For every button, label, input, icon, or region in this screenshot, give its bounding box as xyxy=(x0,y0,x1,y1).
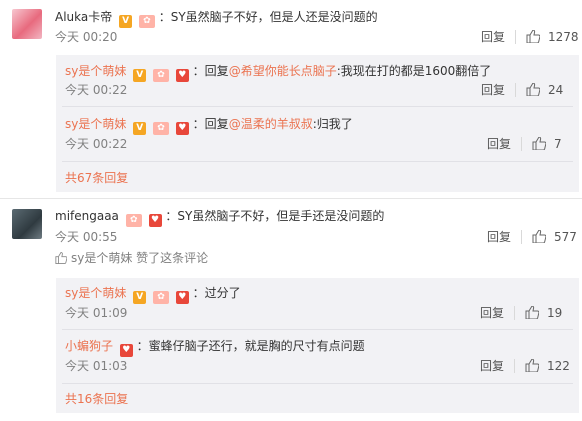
member-badge-icon: ♥ xyxy=(148,214,162,227)
verified-icon: V xyxy=(133,291,147,304)
comment-time: 今天 00:20 xyxy=(55,30,118,44)
verified-icon: V xyxy=(133,69,147,82)
divider xyxy=(62,383,573,384)
comment-text: ：SY虽然脑子不好，但是人还是没问题的 xyxy=(158,10,378,24)
reply-3-header: sy是个萌妹 V ✿ ♥ ：过分了 xyxy=(65,285,241,304)
action-separator xyxy=(514,359,515,373)
level-badge-icon: ✿ xyxy=(153,122,170,135)
username-link[interactable]: sy是个萌妹 xyxy=(65,286,126,300)
reply-4-header: 小蝙狗子 ♥ ：蜜蜂仔脑子还行，就是胸的尺寸有点问题 xyxy=(65,338,365,357)
action-separator xyxy=(521,137,522,151)
like-button[interactable]: 7 xyxy=(532,136,562,152)
member-badge-icon: ♥ xyxy=(175,122,189,135)
verified-icon: V xyxy=(133,122,147,135)
like-count: 7 xyxy=(554,137,562,151)
username-link[interactable]: mifengaaa xyxy=(55,209,119,223)
username-link[interactable]: sy是个萌妹 xyxy=(65,117,126,131)
level-badge-icon: ✿ xyxy=(153,291,170,304)
like-button[interactable]: 1278 xyxy=(526,29,579,45)
reply-1-header: sy是个萌妹 V ✿ ♥ ：回复@希望你能长点脑子:我现在打的都是1600翻倍了 xyxy=(65,63,491,82)
reply-text: ：蜜蜂仔脑子还行，就是胸的尺寸有点问题 xyxy=(136,339,365,353)
avatar[interactable] xyxy=(12,9,42,39)
thumbs-up-icon xyxy=(526,30,540,43)
username-link[interactable]: 小蝙狗子 xyxy=(65,339,113,353)
mention-link[interactable]: @温柔的羊叔叔 xyxy=(229,117,313,131)
member-badge-icon: ♥ xyxy=(175,69,189,82)
level-badge-icon: ✿ xyxy=(138,15,155,28)
action-separator xyxy=(515,83,516,97)
divider xyxy=(62,161,573,162)
avatar[interactable] xyxy=(12,209,42,239)
reply-prefix: ：回复 xyxy=(192,117,229,131)
comment-divider xyxy=(0,198,582,199)
reply-text: ：过分了 xyxy=(192,286,241,300)
reply-2-header: sy是个萌妹 V ✿ ♥ ：回复@温柔的羊叔叔:归我了 xyxy=(65,116,353,135)
member-badge-icon: ♥ xyxy=(175,291,189,304)
like-count: 19 xyxy=(547,306,563,320)
action-separator xyxy=(514,306,515,320)
reply-text: :归我了 xyxy=(312,117,353,131)
mention-link[interactable]: @希望你能长点脑子 xyxy=(229,64,337,78)
like-button[interactable]: 19 xyxy=(525,305,562,321)
liked-by-text: sy是个萌妹 赞了这条评论 xyxy=(71,251,209,265)
thumbs-up-icon xyxy=(532,230,546,243)
like-button[interactable]: 122 xyxy=(525,358,570,374)
username-link[interactable]: Aluka卡帝 xyxy=(55,10,112,24)
like-count: 122 xyxy=(547,359,570,373)
reply-time: 今天 00:22 xyxy=(65,137,128,151)
like-count: 24 xyxy=(548,83,564,97)
thumbs-up-icon xyxy=(525,306,539,319)
reply-button[interactable]: 回复 xyxy=(480,305,504,321)
comment-time: 今天 00:55 xyxy=(55,230,118,244)
more-replies-link[interactable]: 共67条回复 xyxy=(65,170,128,186)
username-link[interactable]: sy是个萌妹 xyxy=(65,64,126,78)
reply-button[interactable]: 回复 xyxy=(487,229,511,245)
level-badge-icon: ✿ xyxy=(125,214,142,227)
more-replies-link[interactable]: 共16条回复 xyxy=(65,391,128,407)
member-badge-icon: ♥ xyxy=(119,344,133,357)
thumbs-up-icon xyxy=(55,252,67,264)
thumbs-up-icon xyxy=(532,137,546,150)
thumbs-up-icon xyxy=(526,83,540,96)
reply-time: 今天 01:09 xyxy=(65,306,128,320)
reply-time: 今天 01:03 xyxy=(65,359,128,373)
like-count: 1278 xyxy=(548,30,579,44)
like-count: 577 xyxy=(554,230,577,244)
reply-button[interactable]: 回复 xyxy=(487,136,511,152)
divider xyxy=(62,106,573,107)
reply-button[interactable]: 回复 xyxy=(481,82,505,98)
liked-by-notice: sy是个萌妹 赞了这条评论 xyxy=(55,250,208,266)
reply-button[interactable]: 回复 xyxy=(481,29,505,45)
level-badge-icon: ✿ xyxy=(153,69,170,82)
action-separator xyxy=(515,30,516,44)
action-separator xyxy=(521,230,522,244)
reply-time: 今天 00:22 xyxy=(65,83,128,97)
like-button[interactable]: 577 xyxy=(532,229,577,245)
like-button[interactable]: 24 xyxy=(526,82,563,98)
verified-icon: V xyxy=(119,15,133,28)
thumbs-up-icon xyxy=(525,359,539,372)
reply-button[interactable]: 回复 xyxy=(480,358,504,374)
comment-2-header: mifengaaa ✿ ♥ ：SY虽然脑子不好，但是手还是没问题的 xyxy=(55,208,384,227)
reply-text: :我现在打的都是1600翻倍了 xyxy=(336,64,492,78)
reply-prefix: ：回复 xyxy=(192,64,229,78)
comment-1-header: Aluka卡帝 V ✿ ：SY虽然脑子不好，但是人还是没问题的 xyxy=(55,9,378,28)
divider xyxy=(62,329,573,330)
comment-text: ：SY虽然脑子不好，但是手还是没问题的 xyxy=(165,209,385,223)
